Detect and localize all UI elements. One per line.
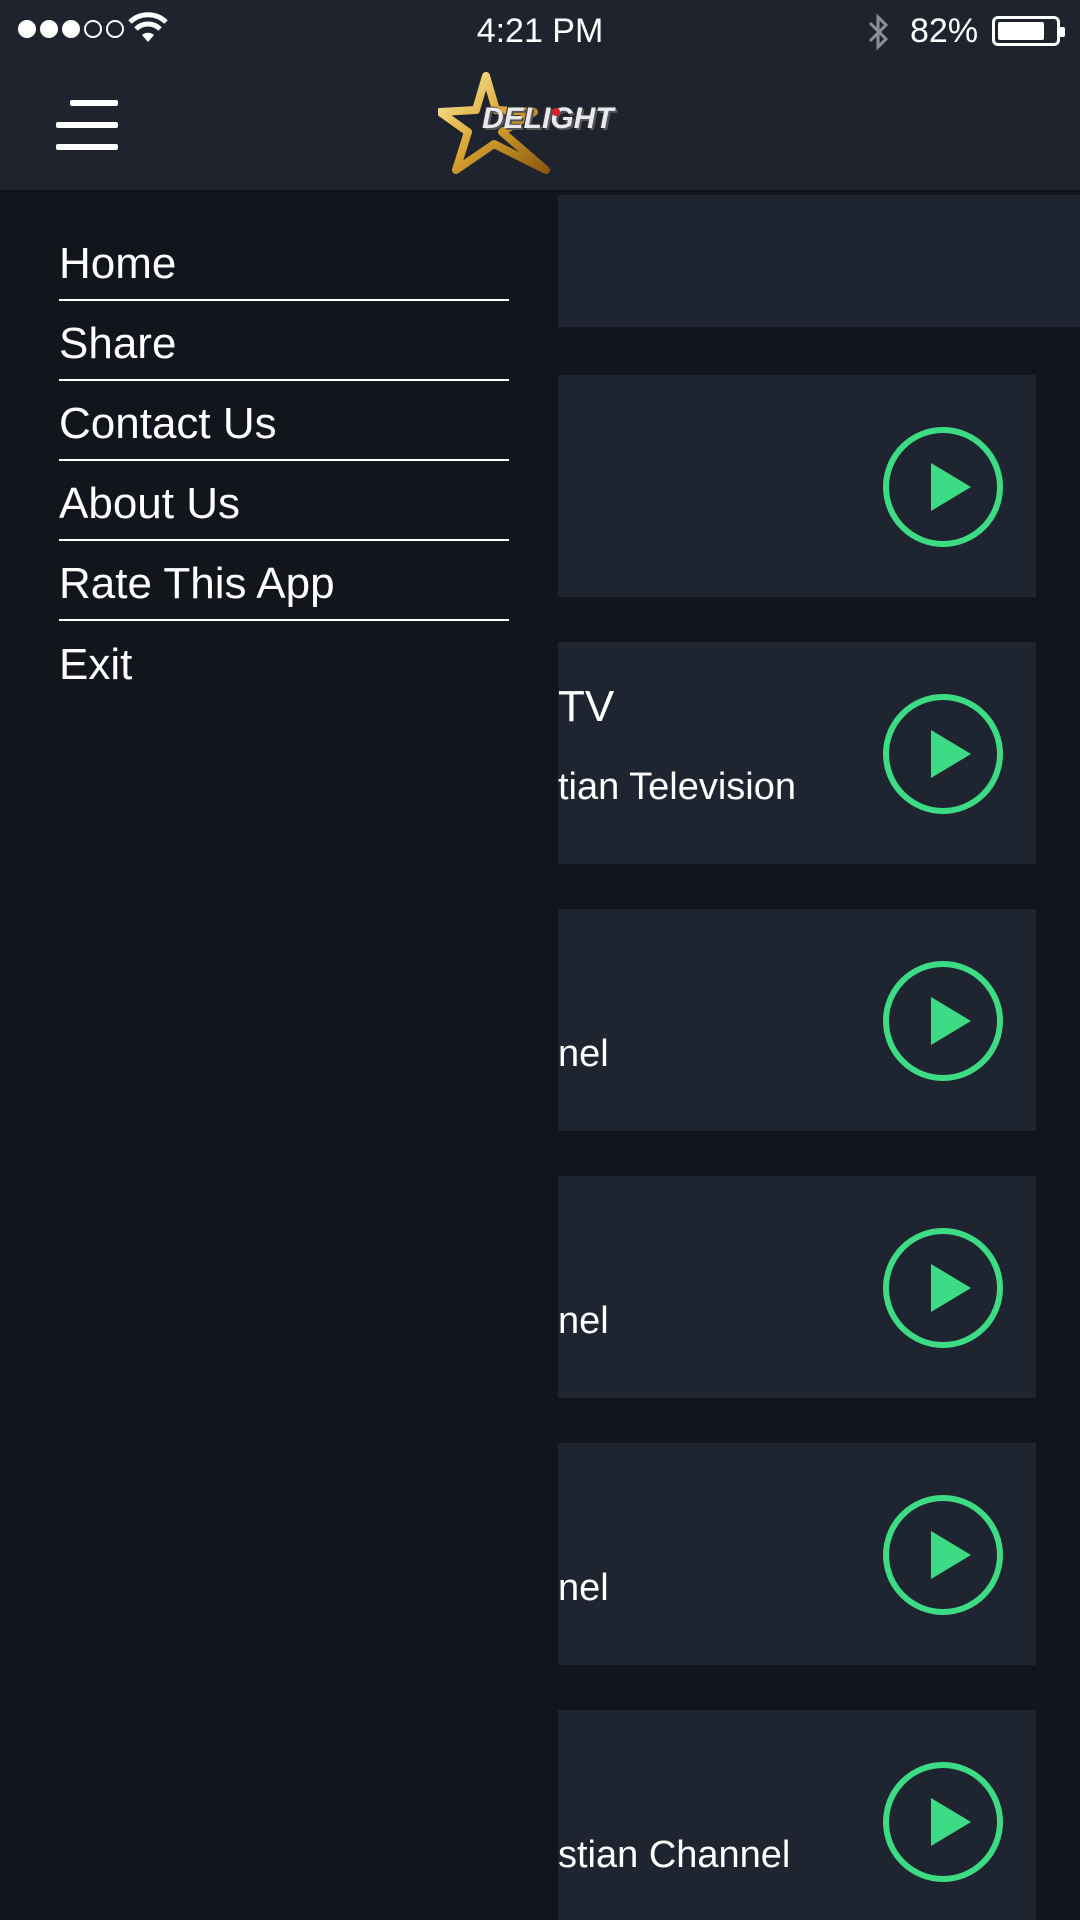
channel-subtitle: nel [558, 1300, 609, 1342]
channel-card[interactable]: nel [558, 1176, 1036, 1398]
play-circle-icon[interactable] [883, 1495, 1003, 1615]
side-drawer: Home Share Contact Us About Us Rate This… [0, 193, 558, 1920]
channel-subtitle: tian Television [558, 766, 797, 808]
channel-card[interactable] [558, 375, 1036, 597]
hamburger-menu-icon[interactable] [56, 100, 118, 150]
channel-subtitle: stian Channel [558, 1834, 791, 1876]
drawer-item-share[interactable]: Share [59, 301, 509, 381]
play-circle-icon[interactable] [883, 961, 1003, 1081]
play-circle-icon[interactable] [883, 427, 1003, 547]
channel-title: TV [558, 682, 615, 731]
battery-icon [992, 16, 1065, 46]
drawer-item-rate-this-app[interactable]: Rate This App [59, 541, 509, 621]
app-logo: DELIGHT [438, 72, 638, 182]
status-bar: 4:21 PM 82% [0, 0, 1080, 62]
channel-subtitle: nel [558, 1033, 609, 1075]
logo-text: DELIGHT [482, 102, 614, 135]
drawer-item-about-us[interactable]: About Us [59, 461, 509, 541]
drawer-item-contact-us[interactable]: Contact Us [59, 381, 509, 461]
channel-card[interactable]: nel [558, 1443, 1036, 1665]
logo-red-dot [552, 108, 560, 116]
channel-card[interactable]: TV tian Television [558, 642, 1036, 864]
channel-subtitle: nel [558, 1567, 609, 1609]
drawer-menu: Home Share Contact Us About Us Rate This… [59, 221, 509, 701]
channel-card[interactable]: nel [558, 909, 1036, 1131]
play-circle-icon[interactable] [883, 1762, 1003, 1882]
play-circle-icon[interactable] [883, 1228, 1003, 1348]
drawer-item-exit[interactable]: Exit [59, 621, 509, 701]
content-card[interactable] [558, 195, 1080, 327]
bluetooth-icon [868, 13, 889, 51]
battery-percent: 82% [910, 12, 979, 50]
nav-header: DELIGHT [0, 62, 1080, 192]
drawer-item-home[interactable]: Home [59, 221, 509, 301]
channel-card[interactable]: stian Channel [558, 1710, 1036, 1920]
play-circle-icon[interactable] [883, 694, 1003, 814]
